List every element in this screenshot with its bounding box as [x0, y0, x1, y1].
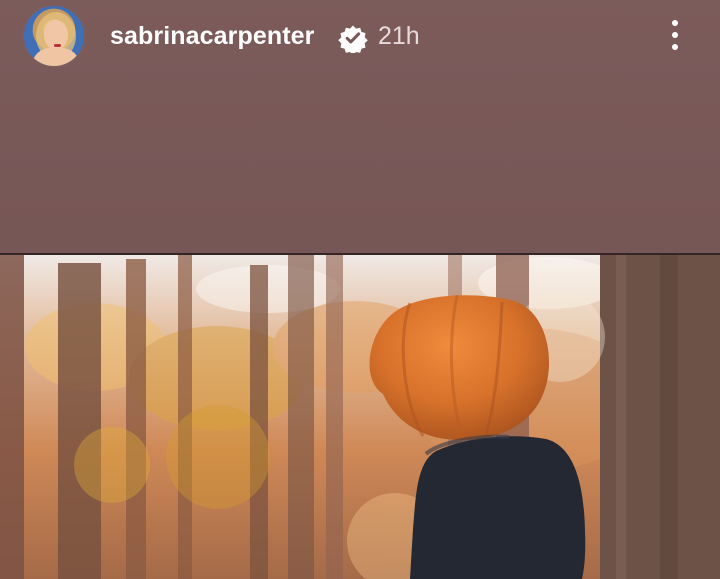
- post-time: 21h: [378, 22, 420, 50]
- dot: [672, 20, 678, 26]
- username[interactable]: sabrinacarpenter: [110, 19, 314, 53]
- story-header: sabrinacarpenter 21h: [0, 0, 720, 72]
- profile-avatar[interactable]: [22, 4, 86, 68]
- dot: [672, 32, 678, 38]
- avatar-lips: [54, 44, 61, 47]
- story-photo: [0, 255, 720, 579]
- verified-badge-icon: [338, 25, 368, 53]
- story-viewer: sabrinacarpenter 21h: [0, 0, 720, 579]
- more-options-icon[interactable]: [661, 17, 689, 53]
- autumn-forest-image: [0, 255, 720, 579]
- dot: [672, 44, 678, 50]
- avatar-body: [32, 48, 80, 66]
